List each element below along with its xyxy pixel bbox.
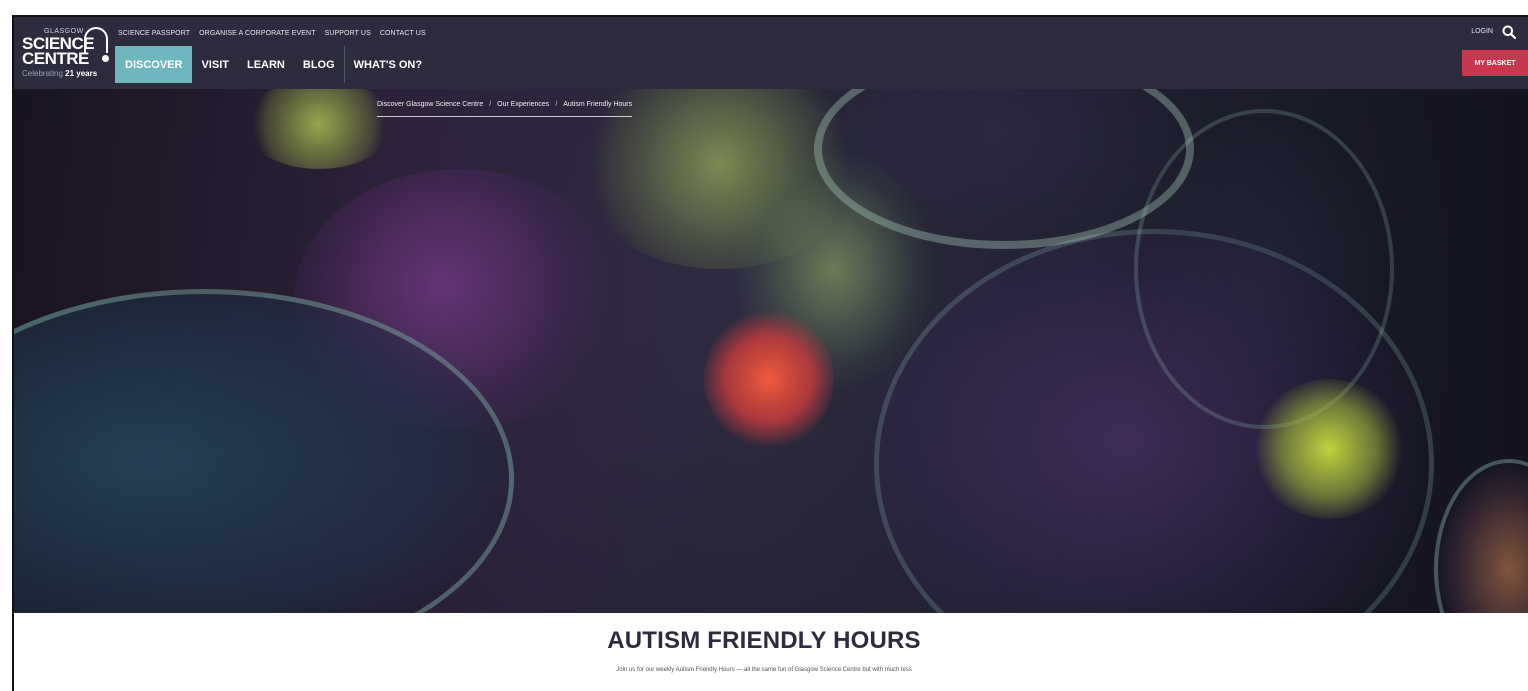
utility-link-science-passport[interactable]: SCIENCE PASSPORT — [118, 30, 190, 37]
hero-bubble — [1434, 459, 1528, 613]
logo-tagline-prefix: Celebrating — [22, 69, 63, 78]
search-icon[interactable] — [1502, 25, 1516, 39]
nav-tab-blog[interactable]: BLOG — [294, 46, 344, 83]
logo-tagline: Celebrating 21 years — [22, 69, 97, 78]
main-nav: DISCOVER VISIT LEARN BLOG WHAT'S ON? — [115, 46, 431, 83]
nav-tab-discover[interactable]: DISCOVER — [115, 46, 193, 83]
login-link[interactable]: LOGIN — [1471, 28, 1493, 35]
breadcrumb: Discover Glasgow Science Centre / Our Ex… — [377, 101, 633, 117]
hero-bubble — [1254, 379, 1404, 519]
breadcrumb-item-current: Autism Friendly Hours — [563, 101, 633, 108]
page-intro: Join us for our weekly Autism Friendly H… — [616, 667, 912, 673]
breadcrumb-item-discover[interactable]: Discover Glasgow Science Centre — [377, 101, 483, 108]
nav-tab-whats-on[interactable]: WHAT'S ON? — [343, 46, 431, 83]
logo-dot-icon — [102, 55, 109, 62]
breadcrumb-separator: / — [555, 101, 558, 108]
utility-link-contact-us[interactable]: CONTACT US — [380, 30, 426, 37]
hero-image: Discover Glasgow Science Centre / Our Ex… — [14, 89, 1528, 613]
logo-tagline-years: 21 years — [65, 69, 98, 78]
site-logo[interactable]: GLASGOW SCIENCE CENTRE Celebrating 21 ye… — [20, 25, 112, 85]
browser-viewport: GLASGOW SCIENCE CENTRE Celebrating 21 ye… — [12, 15, 1528, 691]
breadcrumb-item-experiences[interactable]: Our Experiences — [497, 101, 549, 108]
logo-line-centre: CENTRE — [22, 49, 89, 68]
breadcrumb-separator: / — [489, 101, 492, 108]
nav-tab-learn[interactable]: LEARN — [238, 46, 294, 83]
my-basket-button[interactable]: MY BASKET — [1462, 50, 1528, 76]
utility-link-support-us[interactable]: SUPPORT US — [325, 30, 371, 37]
utility-link-corporate-event[interactable]: ORGANISE A CORPORATE EVENT — [199, 30, 315, 37]
hero-bubble — [704, 309, 834, 449]
page-title: AUTISM FRIENDLY HOURS — [607, 627, 921, 654]
hero-bubble — [244, 89, 394, 169]
nav-tab-visit[interactable]: VISIT — [192, 46, 238, 83]
site-header: GLASGOW SCIENCE CENTRE Celebrating 21 ye… — [14, 17, 1528, 89]
utility-nav: SCIENCE PASSPORT ORGANISE A CORPORATE EV… — [118, 27, 426, 39]
